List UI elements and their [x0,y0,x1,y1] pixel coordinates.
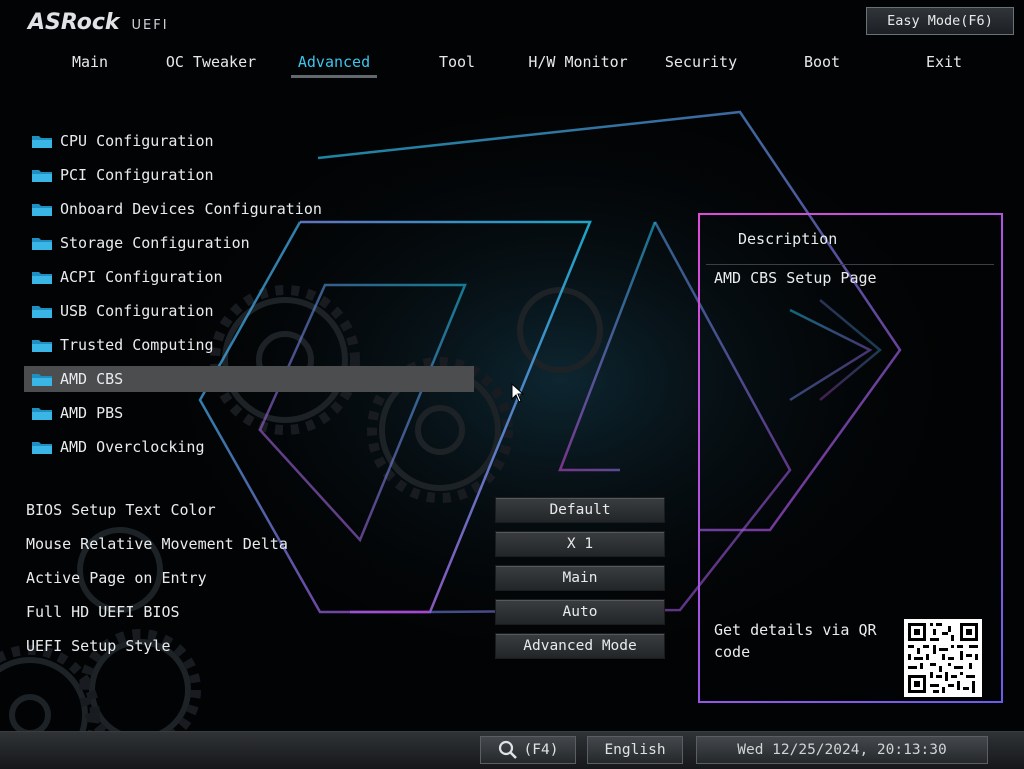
setting-label-full-hd-bios: Full HD UEFI BIOS [26,603,180,621]
folder-icon [32,408,52,420]
tab-label: OC Tweaker [165,53,257,71]
description-divider [706,264,994,265]
brand-name: ASRock [28,10,120,35]
setting-label-bios-text-color: BIOS Setup Text Color [26,501,216,519]
menu-item-usb-configuration[interactable]: USB Configuration [24,298,474,324]
tab-tool[interactable]: Tool [396,52,518,78]
language-button[interactable]: English [587,736,683,764]
mouse-cursor-icon [511,383,525,403]
search-button[interactable]: (F4) [480,736,576,764]
tab-label: H/W Monitor [528,53,628,71]
menu-label: AMD CBS [60,370,124,388]
tab-oc-tweaker[interactable]: OC Tweaker [150,52,272,78]
folder-icon [32,238,52,250]
tab-label: Exit [925,53,963,71]
menu-item-amd-cbs[interactable]: AMD CBS [24,366,474,392]
qr-caption: Get details via QR code [714,621,877,661]
menu-item-cpu-configuration[interactable]: CPU Configuration [24,128,474,154]
setting-value-bios-text-color[interactable]: Default [495,497,665,523]
menu-label: AMD Overclocking [60,438,205,456]
asrock-logo: ASRock UEFI [28,10,169,35]
search-shortcut: (F4) [523,742,559,758]
setting-value-mouse-delta[interactable]: X 1 [495,531,665,557]
magnifier-icon [498,740,517,759]
tab-advanced[interactable]: Advanced [273,52,395,78]
folder-icon [32,442,52,454]
setting-value-full-hd-bios[interactable]: Auto [495,599,665,625]
tab-underline [291,75,377,78]
folder-icon [32,340,52,352]
menu-item-amd-pbs[interactable]: AMD PBS [24,400,474,426]
menu-label: Trusted Computing [60,336,214,354]
tab-label: Tool [438,53,476,71]
tab-label: Advanced [297,53,371,71]
datetime-display: Wed 12/25/2024, 20:13:30 [696,736,988,764]
setting-label-active-page: Active Page on Entry [26,569,207,587]
menu-label: ACPI Configuration [60,268,223,286]
qr-code-icon [904,619,982,697]
menu-label: AMD PBS [60,404,124,422]
menu-item-onboard-devices-configuration[interactable]: Onboard Devices Configuration [24,196,474,222]
tab-security[interactable]: Security [640,52,762,78]
folder-icon [32,374,52,386]
folder-icon [32,306,52,318]
folder-icon [32,204,52,216]
tab-boot[interactable]: Boot [761,52,883,78]
tab-label: Main [71,53,109,71]
menu-item-trusted-computing[interactable]: Trusted Computing [24,332,474,358]
tab-exit[interactable]: Exit [883,52,1005,78]
setting-label-setup-style: UEFI Setup Style [26,637,171,655]
tab-label: Security [664,53,738,71]
menu-item-storage-configuration[interactable]: Storage Configuration [24,230,474,256]
easy-mode-button[interactable]: Easy Mode(F6) [866,7,1014,35]
folder-icon [32,272,52,284]
folder-icon [32,170,52,182]
menu-item-acpi-configuration[interactable]: ACPI Configuration [24,264,474,290]
menu-label: PCI Configuration [60,166,214,184]
folder-icon [32,136,52,148]
menu-item-pci-configuration[interactable]: PCI Configuration [24,162,474,188]
menu-label: Onboard Devices Configuration [60,200,322,218]
setting-label-mouse-delta: Mouse Relative Movement Delta [26,535,288,553]
menu-item-amd-overclocking[interactable]: AMD Overclocking [24,434,474,460]
tab-label: Boot [803,53,841,71]
setting-value-active-page[interactable]: Main [495,565,665,591]
menu-label: CPU Configuration [60,132,214,150]
product-name: UEFI [131,18,169,33]
menu-label: USB Configuration [60,302,214,320]
description-text: AMD CBS Setup Page [714,269,877,287]
tab-hw-monitor[interactable]: H/W Monitor [517,52,639,78]
menu-label: Storage Configuration [60,234,250,252]
setting-value-setup-style[interactable]: Advanced Mode [495,633,665,659]
description-title: Description [738,230,838,248]
tab-main[interactable]: Main [29,52,151,78]
